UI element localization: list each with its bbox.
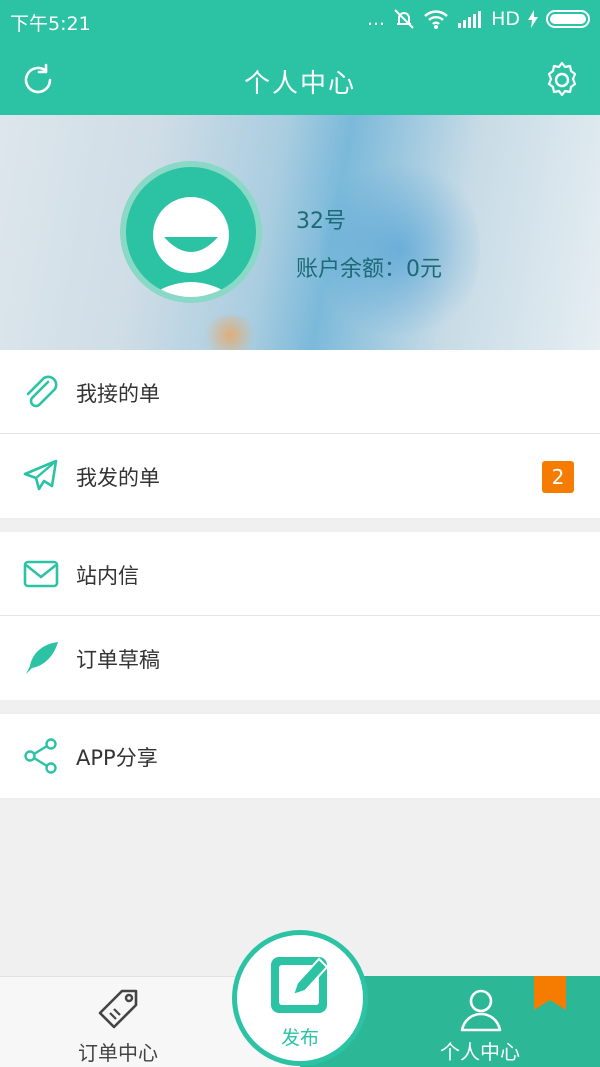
user-face-icon (148, 197, 234, 297)
share-icon (24, 738, 57, 774)
paperclip-icon (26, 375, 58, 408)
envelope-icon (23, 560, 59, 588)
status-bar: 下午5:21 ... HD (0, 0, 600, 44)
notification-badge: 2 (542, 461, 574, 493)
nav-tab-orders-label: 订单中心 (78, 1041, 158, 1065)
tag-icon (98, 989, 138, 1029)
status-icons: ... HD (367, 8, 590, 30)
battery-icon (546, 10, 590, 28)
menu-item-drafts[interactable]: 订单草稿 (0, 616, 600, 700)
publish-button[interactable]: 发布 (232, 930, 368, 1066)
publish-label: 发布 (280, 1027, 319, 1049)
menu-group-share: APP分享 (0, 714, 600, 798)
profile-header: 32号 账户余额：0元 (0, 115, 600, 350)
nav-tab-profile-label: 个人中心 (440, 1040, 520, 1064)
charging-icon (528, 10, 538, 28)
menu-group-orders: 我接的单 我发的单 2 (0, 350, 600, 518)
status-time: 下午5:21 (10, 13, 91, 35)
account-balance: 账户余额：0元 (296, 257, 442, 282)
paper-plane-icon (23, 459, 58, 491)
menu-item-received-orders[interactable]: 我接的单 (0, 350, 600, 434)
menu-label: 我发的单 (76, 466, 160, 490)
menu-label: APP分享 (76, 746, 158, 770)
menu-item-inbox[interactable]: 站内信 (0, 532, 600, 616)
profile-name: 32号 (296, 209, 346, 234)
mute-icon (394, 9, 414, 29)
bookmark-icon (534, 976, 566, 1010)
network-type: HD (491, 8, 520, 30)
menu-group-messages: 站内信 订单草稿 (0, 532, 600, 700)
wifi-icon (424, 10, 448, 29)
menu-label: 订单草稿 (76, 648, 160, 672)
page-title: 个人中心 (243, 69, 356, 99)
title-bar: 个人中心 (0, 44, 600, 115)
user-icon (460, 989, 502, 1032)
menu-label: 站内信 (76, 564, 139, 588)
signal-icon (458, 11, 482, 28)
gear-icon[interactable] (542, 60, 582, 100)
feather-icon (26, 642, 58, 674)
avatar[interactable] (120, 161, 262, 303)
menu-item-app-share[interactable]: APP分享 (0, 714, 600, 798)
menu-item-sent-orders[interactable]: 我发的单 2 (0, 434, 600, 518)
edit-icon (271, 957, 329, 1013)
status-dots: ... (366, 8, 386, 30)
menu-label: 我接的单 (76, 382, 160, 406)
